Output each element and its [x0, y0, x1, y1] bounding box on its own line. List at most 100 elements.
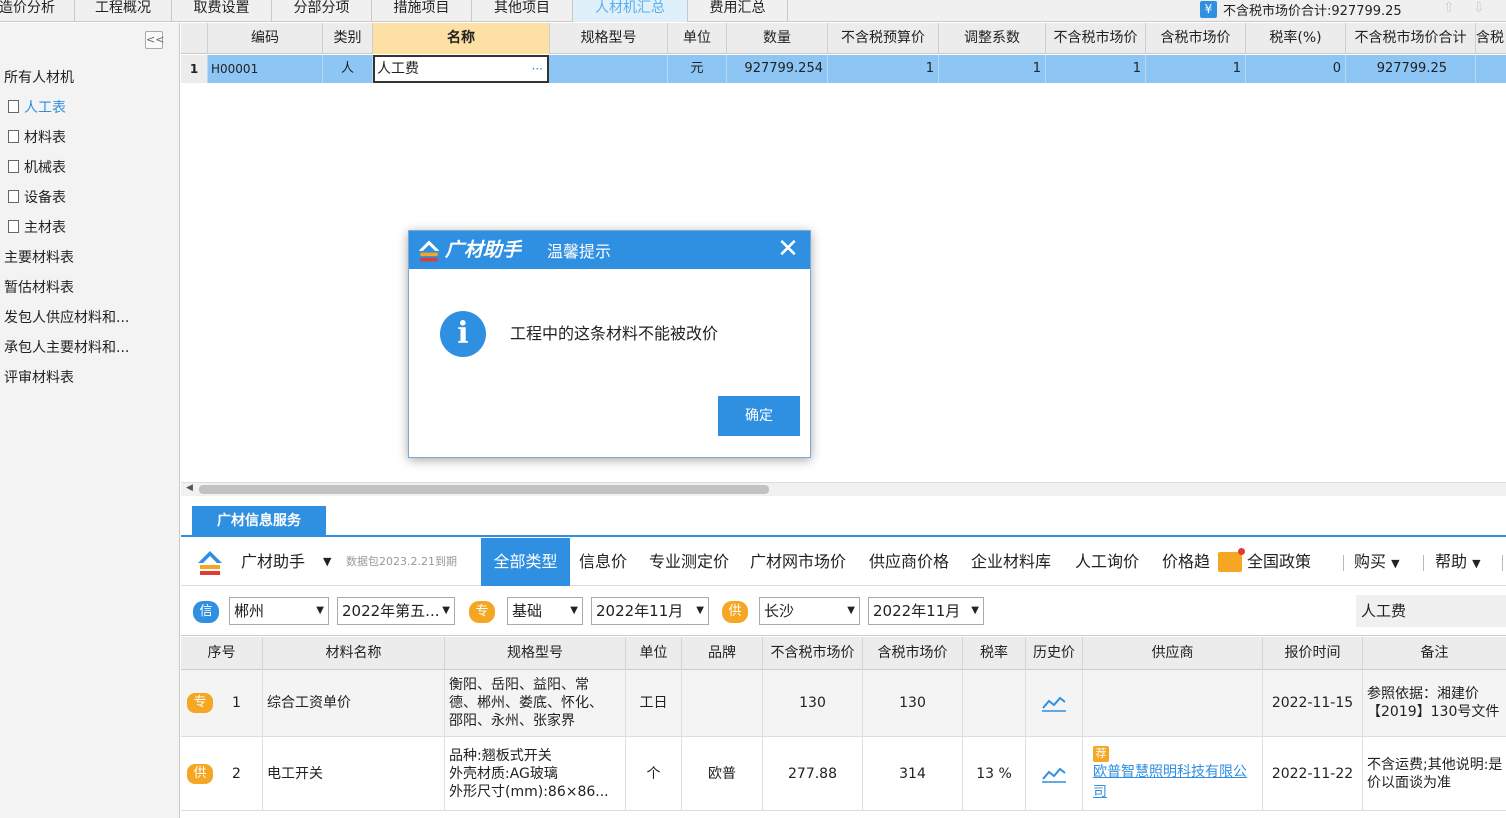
close-icon[interactable]: ✕ — [774, 235, 802, 263]
tab-measures[interactable]: 措施项目 — [372, 0, 472, 22]
tab-fee-summary[interactable]: 费用汇总 — [688, 0, 788, 22]
tree-item-all[interactable]: 所有人材机 — [4, 68, 74, 88]
cell-total[interactable]: 927799.25 — [1346, 55, 1476, 83]
tab-info-price[interactable]: 信息价 — [579, 538, 627, 586]
collapse-button[interactable]: << — [145, 31, 164, 49]
tree-item-main-materials[interactable]: 主材表 — [8, 218, 66, 238]
search-input[interactable]: 人工费 — [1356, 595, 1506, 627]
help-menu[interactable]: 帮助 ▼ — [1435, 538, 1481, 586]
col-quote-time[interactable]: 报价时间 — [1263, 637, 1363, 670]
col-unit[interactable]: 单位 — [668, 23, 727, 54]
tree-item-equipment[interactable]: 设备表 — [8, 188, 66, 208]
col-budget-price[interactable]: 不含税预算价 — [828, 23, 939, 54]
note-line: 价以面谈为准 — [1367, 774, 1451, 791]
supplier-link[interactable]: 欧普智慧照明科技有限公 — [1093, 762, 1247, 782]
tree-item-materials[interactable]: 材料表 — [8, 128, 66, 148]
col-adjust[interactable]: 调整系数 — [939, 23, 1046, 54]
tab-national-policy[interactable]: 全国政策 — [1247, 538, 1345, 586]
scroll-left-icon[interactable]: ◀ — [186, 483, 193, 493]
col-tax-price[interactable]: 含税市场价 — [863, 637, 963, 670]
cell-unit[interactable]: 元 — [668, 55, 727, 83]
cell-history[interactable] — [1026, 737, 1083, 810]
col-qty[interactable]: 数量 — [727, 23, 828, 54]
tree-item-contractor-main[interactable]: 承包人主要材料和... — [4, 338, 129, 358]
tab-enterprise-library[interactable]: 企业材料库 — [971, 538, 1051, 586]
col-spec[interactable]: 规格型号 — [550, 23, 668, 54]
col-price[interactable]: 不含税市场价 — [763, 637, 863, 670]
tab-professional-price[interactable]: 专业测定价 — [649, 538, 729, 586]
more-icon[interactable]: ··· — [532, 57, 543, 81]
horizontal-scrollbar[interactable]: ◀ — [181, 482, 1506, 496]
brand-dropdown-icon[interactable]: ▼ — [323, 538, 331, 586]
tab-cost-analysis[interactable]: 造价分析 — [0, 0, 75, 22]
period-select-info[interactable]: 2022年第五... ▼ — [337, 597, 455, 625]
tab-fee-settings[interactable]: 取费设置 — [172, 0, 272, 22]
cell-adjust[interactable]: 1 — [939, 55, 1046, 83]
tab-sub-items[interactable]: 分部分项 — [272, 0, 372, 22]
col-total[interactable]: 不含税市场价合计 — [1346, 23, 1476, 54]
col-tax-rate[interactable]: 税率(%) — [1246, 23, 1346, 54]
tab-info-service[interactable]: 广材信息服务 — [192, 506, 326, 537]
spec-line: 外形尺寸(mm):86×86... — [449, 783, 609, 800]
tree-item-employer-supplied[interactable]: 发包人供应材料和... — [4, 308, 129, 328]
period-select-supplier[interactable]: 2022年11月 ▼ — [868, 597, 984, 625]
col-seq[interactable]: 序号 — [181, 637, 263, 670]
period-select-professional[interactable]: 2022年11月 ▼ — [591, 597, 709, 625]
col-history[interactable]: 历史价 — [1026, 637, 1083, 670]
cell-type[interactable]: 人 — [323, 55, 373, 83]
col-brand[interactable]: 品牌 — [682, 637, 763, 670]
category-select[interactable]: 基础 ▼ — [507, 597, 583, 625]
tree-item-labor[interactable]: 人工表 — [8, 98, 66, 118]
name-edit-field[interactable]: 人工费 ··· — [373, 55, 549, 83]
col-supplier[interactable]: 供应商 — [1083, 637, 1263, 670]
tab-labor-material-summary[interactable]: 人材机汇总 — [573, 0, 688, 22]
col-tax-total[interactable]: 含税 — [1476, 23, 1506, 54]
supplier-badge: 供 — [187, 763, 213, 784]
col-note[interactable]: 备注 — [1363, 637, 1506, 670]
cell-code[interactable]: H00001 — [208, 55, 323, 83]
trend-chart-icon[interactable] — [1041, 765, 1067, 783]
region-select-supplier[interactable]: 长沙 ▼ — [759, 597, 860, 625]
col-material-name[interactable]: 材料名称 — [263, 637, 445, 670]
arrow-up-icon[interactable]: ⇧ — [1443, 0, 1455, 16]
col-market-tax-price[interactable]: 含税市场价 — [1146, 23, 1246, 54]
col-type[interactable]: 类别 — [323, 23, 373, 54]
cell-market-tax-price[interactable]: 1 — [1146, 55, 1246, 83]
col-tax-rate[interactable]: 税率 — [963, 637, 1026, 670]
cell-history[interactable] — [1026, 670, 1083, 736]
col-name[interactable]: 名称 — [373, 23, 550, 54]
arrow-down-icon[interactable]: ⇩ — [1473, 0, 1485, 16]
trend-chart-icon[interactable] — [1041, 694, 1067, 712]
tab-supplier-price[interactable]: 供应商价格 — [869, 538, 949, 586]
document-icon — [8, 190, 19, 203]
tab-gcw-market-price[interactable]: 广材网市场价 — [750, 538, 846, 586]
col-spec[interactable]: 规格型号 — [445, 637, 626, 670]
col-unit[interactable]: 单位 — [626, 637, 682, 670]
scrollbar-thumb[interactable] — [199, 485, 769, 494]
supplier-link[interactable]: 司 — [1093, 782, 1107, 802]
tab-price-trend[interactable]: 价格趋 — [1162, 538, 1216, 586]
buy-menu[interactable]: 购买 ▼ — [1354, 538, 1400, 586]
divider — [1343, 555, 1344, 571]
cell-spec[interactable] — [550, 55, 668, 83]
tree-item-review[interactable]: 评审材料表 — [4, 368, 74, 388]
tree-item-provisional[interactable]: 暂估材料表 — [4, 278, 74, 298]
region-select-info[interactable]: 郴州 ▼ — [229, 597, 329, 625]
cell-budget-price[interactable]: 1 — [828, 55, 939, 83]
tab-other-items[interactable]: 其他项目 — [472, 0, 573, 22]
table-row[interactable]: 专 1 综合工资单价 衡阳、岳阳、益阳、常 德、郴州、娄底、怀化、 邵阳、永州、… — [181, 670, 1506, 737]
col-code[interactable]: 编码 — [208, 23, 323, 54]
tree-item-machinery[interactable]: 机械表 — [8, 158, 66, 178]
cell-market-price[interactable]: 1 — [1046, 55, 1146, 83]
tree-item-label: 设备表 — [24, 190, 66, 206]
col-market-price[interactable]: 不含税市场价 — [1046, 23, 1146, 54]
tab-labor-inquiry[interactable]: 人工询价 — [1075, 538, 1139, 586]
tab-project-overview[interactable]: 工程概况 — [75, 0, 172, 22]
tab-all-types[interactable]: 全部类型 — [481, 538, 570, 586]
tree-item-key-materials[interactable]: 主要材料表 — [4, 248, 74, 268]
table-row[interactable]: 1 H00001 人 人工费 ··· 元 927799.254 1 1 1 1 … — [181, 55, 1506, 83]
cell-qty[interactable]: 927799.254 — [727, 55, 828, 83]
ok-button[interactable]: 确定 — [718, 396, 800, 436]
table-row[interactable]: 供 2 电工开关 品种:翘板式开关 外壳材质:AG玻璃 外形尺寸(mm):86×… — [181, 737, 1506, 811]
cell-tax-rate[interactable]: 0 — [1246, 55, 1346, 83]
